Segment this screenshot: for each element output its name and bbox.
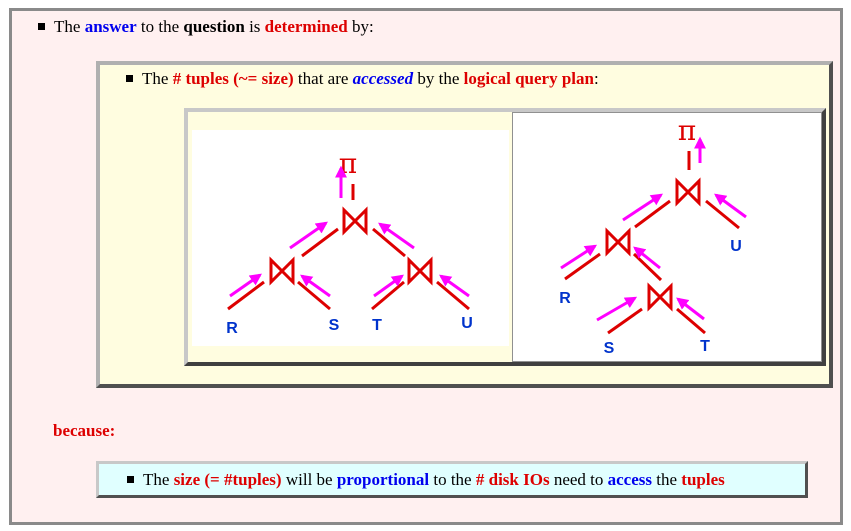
join-icon <box>269 256 295 286</box>
arrow-up <box>300 274 331 298</box>
bushy-plan-panel: π R S T U <box>192 116 509 358</box>
projection-symbol: π <box>678 114 696 147</box>
relation-s: S <box>329 317 340 334</box>
term-access: access <box>607 470 653 489</box>
bullet-icon <box>127 475 134 483</box>
text: is <box>244 17 265 36</box>
term-tuples-end: tuples <box>681 470 725 489</box>
text: the <box>652 470 682 489</box>
text: by the <box>413 69 464 88</box>
arrow-up <box>560 244 598 270</box>
relation-r: R <box>559 290 571 307</box>
relation-t: T <box>372 317 382 334</box>
disk-io-box: The size (= #tuples) will be proportiona… <box>96 461 808 498</box>
term-accessed: accessed <box>352 69 414 88</box>
relation-u: U <box>461 315 473 332</box>
arrow-up <box>289 221 328 250</box>
edge <box>705 199 740 230</box>
edge <box>372 227 406 258</box>
text: to the <box>136 17 184 36</box>
join-icon <box>342 206 368 236</box>
term-answer: answer <box>84 17 137 36</box>
text: need to <box>549 470 608 489</box>
join-icon <box>407 256 433 286</box>
text: The <box>143 470 174 489</box>
answer-bullet: The answer to the question is determined… <box>38 17 374 37</box>
edge <box>607 307 643 335</box>
term-tuples: # tuples (~= size) <box>172 69 294 88</box>
term-proportional: proportional <box>336 470 430 489</box>
text: to the <box>429 470 476 489</box>
term-determined: determined <box>264 17 348 36</box>
term-logical-query-plan: logical query plan <box>463 69 594 88</box>
text: : <box>593 69 599 88</box>
text: that are <box>293 69 353 88</box>
arrow-up <box>622 193 664 222</box>
arrow-up <box>378 222 415 250</box>
edge <box>564 252 601 281</box>
because-label: because: <box>53 421 116 440</box>
query-plan-figure: π R S T U π R S T U <box>184 108 826 366</box>
join-icon <box>675 177 701 207</box>
arrow-up <box>676 297 705 321</box>
text: The <box>142 69 173 88</box>
text: will be <box>281 470 337 489</box>
left-deep-plan-panel: π R S T U <box>512 112 822 362</box>
tuples-bullet: The # tuples (~= size) that are accessed… <box>126 69 599 89</box>
relation-u: U <box>730 238 742 255</box>
join-icon <box>647 282 673 312</box>
term-question: question <box>183 17 245 36</box>
edge <box>676 307 706 335</box>
term-size: size (= #tuples) <box>173 470 282 489</box>
term-disk-ios: # disk IOs <box>475 470 550 489</box>
disk-io-bullet: The size (= #tuples) will be proportiona… <box>127 470 725 490</box>
relation-s: S <box>604 340 615 357</box>
edge <box>301 227 339 258</box>
text: The <box>54 17 85 36</box>
relation-t: T <box>700 338 710 355</box>
bullet-icon <box>38 22 45 30</box>
text: by: <box>347 17 374 36</box>
join-icon <box>605 227 631 257</box>
arrow-up <box>229 273 262 298</box>
left-deep-plan-diagram: π R S T U <box>559 114 747 357</box>
tuples-box: The # tuples (~= size) that are accessed… <box>96 61 833 388</box>
bullet-icon <box>126 74 133 82</box>
outer-panel: The answer to the question is determined… <box>9 8 843 525</box>
arrow-up <box>439 274 470 298</box>
bushy-plan-diagram: π R S T U <box>226 147 473 337</box>
edge <box>634 199 671 229</box>
relation-r: R <box>226 320 238 337</box>
